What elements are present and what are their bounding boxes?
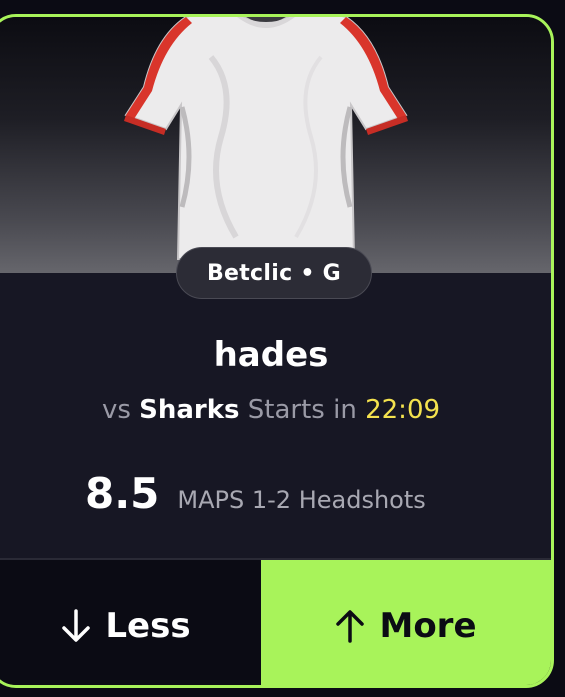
less-label: Less xyxy=(105,605,191,646)
countdown-timer: 22:09 xyxy=(365,395,441,425)
pick-card[interactable]: Betclic • G hades vs Sharks Starts in 22… xyxy=(0,14,554,688)
more-label: More xyxy=(379,605,477,646)
starts-in-label: Starts in xyxy=(247,395,357,425)
league-position-badge: Betclic • G xyxy=(176,247,372,299)
matchup-line: vs Sharks Starts in 22:09 xyxy=(0,395,551,425)
less-button[interactable]: Less xyxy=(0,560,261,685)
opponent-name: Sharks xyxy=(139,395,240,425)
player-hero xyxy=(0,17,551,273)
arrow-up-icon xyxy=(335,609,365,643)
arrow-down-icon xyxy=(61,608,91,643)
projection-line: 8.5 MAPS 1-2 Headshots xyxy=(85,469,426,518)
more-button[interactable]: More xyxy=(261,560,551,685)
player-name: hades xyxy=(213,335,329,375)
line-value: 8.5 xyxy=(85,469,160,518)
vs-prefix: vs xyxy=(101,395,131,425)
jersey-image xyxy=(124,17,408,260)
stat-label: MAPS 1-2 Headshots xyxy=(177,486,426,514)
